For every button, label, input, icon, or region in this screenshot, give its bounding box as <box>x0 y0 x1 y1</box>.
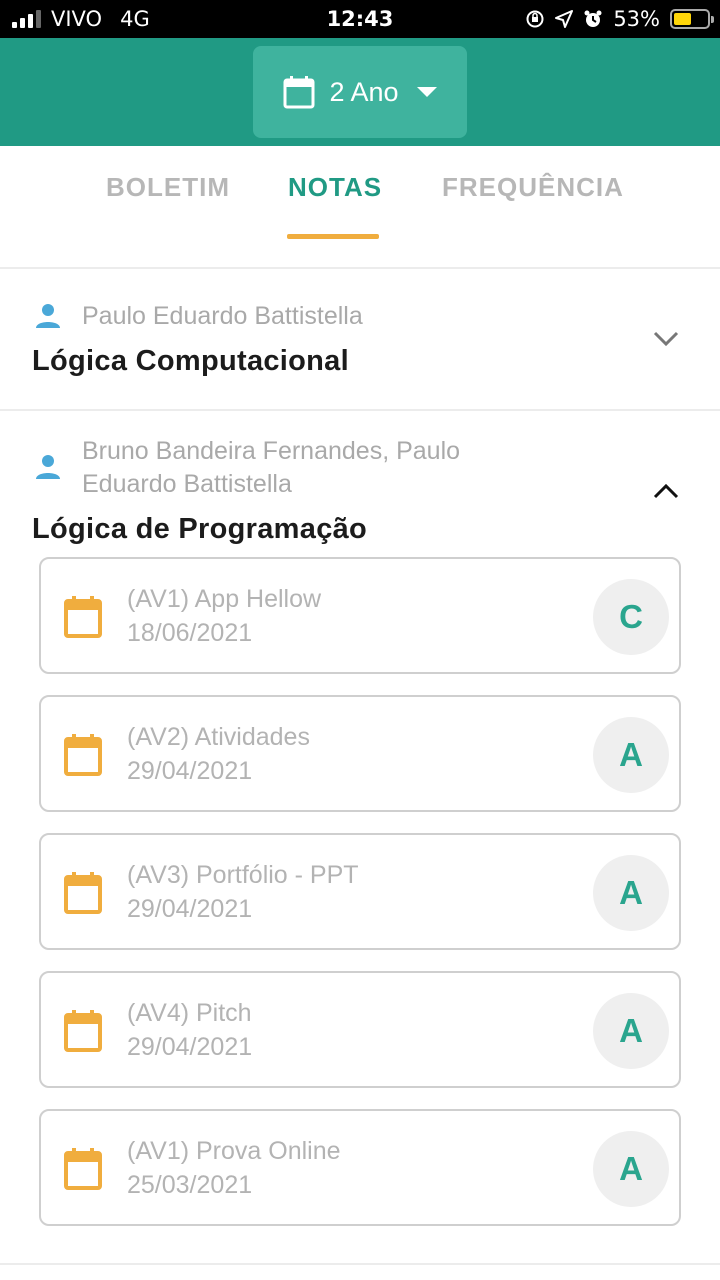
assessment-title: (AV4) Pitch <box>127 999 252 1027</box>
tab-notas[interactable]: NOTAS <box>288 172 382 203</box>
section-divider <box>0 1263 720 1265</box>
alarm-icon <box>584 10 602 27</box>
assessment-date: 25/03/2021 <box>127 1171 253 1199</box>
subject-title: Lógica de Programação <box>32 513 368 545</box>
calendar-icon <box>64 1148 102 1190</box>
person-icon <box>36 304 60 328</box>
grade-badge: C <box>593 579 669 655</box>
subject-title: Lógica Computacional <box>32 345 349 377</box>
person-icon <box>36 455 60 479</box>
tab-frequencia[interactable]: FREQUÊNCIA <box>442 172 624 203</box>
calendar-icon <box>283 76 315 109</box>
tab-boletim[interactable]: BOLETIM <box>106 172 230 203</box>
status-bar: VIVO 4G 12:43 53% <box>0 0 720 38</box>
assessment-date: 29/04/2021 <box>127 1033 253 1061</box>
assessment-date: 18/06/2021 <box>127 619 253 647</box>
app-header: 2 Ano <box>0 38 720 146</box>
assessment-title: (AV2) Atividades <box>127 723 310 751</box>
assessment-title: (AV1) Prova Online <box>127 1137 341 1165</box>
assessment-date: 29/04/2021 <box>127 895 253 923</box>
grade-badge: A <box>593 855 669 931</box>
caret-down-icon <box>416 87 437 97</box>
assessment-card[interactable]: (AV1) App Hellow 18/06/2021 C <box>39 557 681 674</box>
year-selector-button[interactable]: 2 Ano <box>253 46 467 138</box>
assessment-card[interactable]: (AV4) Pitch 29/04/2021 A <box>39 971 681 1088</box>
assessment-title: (AV1) App Hellow <box>127 585 322 613</box>
teacher-name: Paulo Eduardo Battistella <box>82 302 363 330</box>
year-selector-label: 2 Ano <box>329 76 399 107</box>
assessment-card[interactable]: (AV2) Atividades 29/04/2021 A <box>39 695 681 812</box>
teacher-names: Bruno Bandeira Fernandes, Paulo Eduardo … <box>82 437 461 498</box>
assessment-card[interactable]: (AV1) Prova Online 25/03/2021 A <box>39 1109 681 1226</box>
assessment-date: 29/04/2021 <box>127 757 253 785</box>
battery-icon <box>670 9 714 29</box>
battery-percent: 53% <box>613 7 660 31</box>
calendar-icon <box>64 734 102 776</box>
grade-badge: A <box>593 1131 669 1207</box>
calendar-icon <box>64 596 102 638</box>
calendar-icon <box>64 872 102 914</box>
assessment-card[interactable]: (AV3) Portfólio - PPT 29/04/2021 A <box>39 833 681 950</box>
grade-badge: A <box>593 993 669 1069</box>
tab-bar: BOLETIM NOTAS FREQUÊNCIA <box>0 146 720 269</box>
rotation-lock-icon <box>526 10 544 28</box>
chevron-up-icon[interactable] <box>653 483 679 499</box>
grade-badge: A <box>593 717 669 793</box>
active-tab-indicator <box>287 234 379 239</box>
chevron-down-icon[interactable] <box>653 331 679 347</box>
location-icon <box>555 10 574 28</box>
subject-section-logica-computacional[interactable]: Paulo Eduardo Battistella Lógica Computa… <box>0 269 720 410</box>
calendar-icon <box>64 1010 102 1052</box>
assessment-title: (AV3) Portfólio - PPT <box>127 861 359 889</box>
